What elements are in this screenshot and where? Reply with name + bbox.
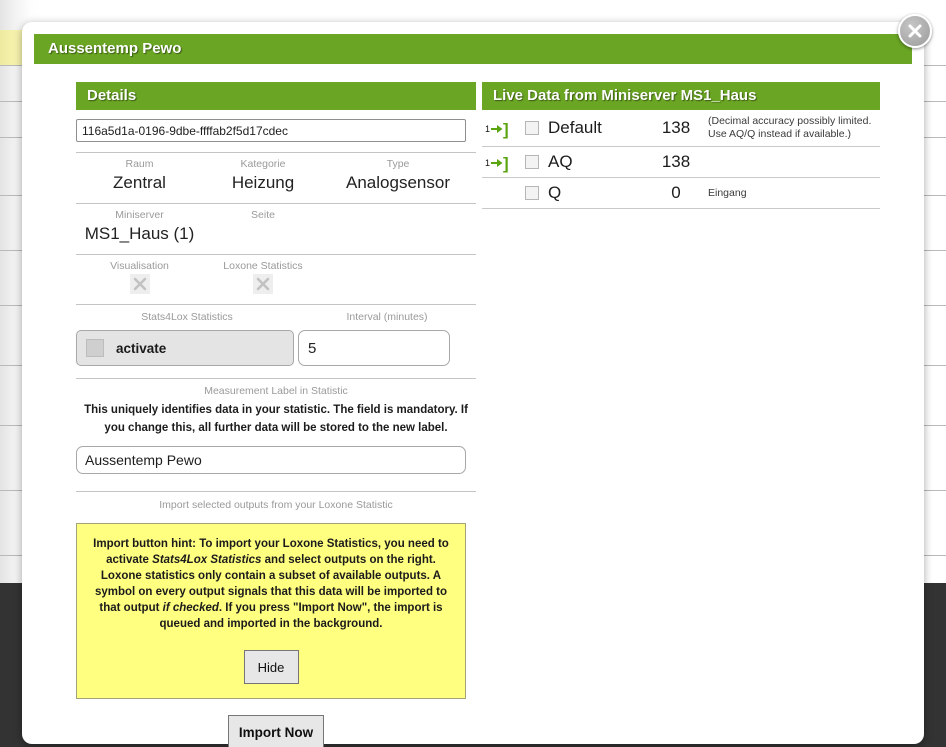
import-hint-em2: if checked <box>162 602 219 614</box>
field-raum-label: Raum <box>125 158 154 170</box>
live-data-header: Live Data from Miniserver MS1_Haus <box>482 82 880 110</box>
import-arrow-count: 1 <box>485 158 491 168</box>
dialog-title: Aussentemp Pewo <box>34 34 912 64</box>
field-miniserver: Miniserver MS1_Haus (1) <box>76 208 203 245</box>
field-visualisation-label: Visualisation <box>110 260 169 272</box>
output-note <box>708 147 880 178</box>
import-arrow-icon: 1 ] <box>485 119 509 139</box>
output-value: 138 <box>661 152 691 171</box>
measurement-label: Measurement Label in Statistic <box>204 385 348 397</box>
output-note: (Decimal accuracy possibly limited. Use … <box>708 115 872 140</box>
row-checkbox-cell[interactable] <box>516 178 548 209</box>
measurement-section: Measurement Label in Statistic This uniq… <box>76 378 476 474</box>
details-row-flags: Visualisation Loxone Statistics <box>76 254 476 294</box>
uuid-input[interactable] <box>76 119 466 142</box>
live-data-table: 1 ] Default 138 (Decimal accuracy possib… <box>482 110 880 209</box>
table-row[interactable]: Q 0 Eingang <box>482 178 880 209</box>
field-miniserver-value: MS1_Haus (1) <box>84 224 195 243</box>
x-mark-icon <box>129 274 150 294</box>
stats4lox-label: Stats4Lox Statistics <box>141 311 233 323</box>
hide-button[interactable]: Hide <box>243 650 299 684</box>
field-seite: Seite <box>203 208 323 245</box>
close-icon[interactable] <box>898 14 932 48</box>
field-type-label: Type <box>386 158 410 170</box>
screen: Aussentemp Pewo Details Raum Zentral Kat… <box>0 0 946 747</box>
output-value: 0 <box>671 183 681 202</box>
row-checkbox[interactable] <box>525 120 539 135</box>
field-loxone-statistics: Loxone Statistics <box>203 259 323 294</box>
live-data-panel: Live Data from Miniserver MS1_Haus 1 ] D… <box>482 82 880 209</box>
activate-toggle[interactable]: activate <box>76 330 294 366</box>
measurement-label-input[interactable] <box>76 446 466 474</box>
output-name: AQ <box>548 152 573 171</box>
details-row-server: Miniserver MS1_Haus (1) Seite <box>76 203 476 245</box>
row-checkbox-cell[interactable] <box>516 110 548 147</box>
field-type: Type Analogsensor <box>323 157 473 194</box>
field-type-value: Analogsensor <box>346 173 450 192</box>
interval-group: Interval (minutes) <box>298 310 476 366</box>
import-arrow-icon: 1 ] <box>485 153 509 173</box>
table-row[interactable]: 1 ] AQ 138 <box>482 147 880 178</box>
details-row-classification: Raum Zentral Kategorie Heizung Type Anal… <box>76 152 476 194</box>
field-visualisation: Visualisation <box>76 259 203 294</box>
field-miniserver-label: Miniserver <box>115 209 164 221</box>
measurement-help-text: This uniquely identifies data in your st… <box>84 404 468 434</box>
table-row[interactable]: 1 ] Default 138 (Decimal accuracy possib… <box>482 110 880 147</box>
field-kategorie: Kategorie Heizung <box>203 157 323 194</box>
output-value: 138 <box>661 118 691 137</box>
field-raum: Raum Zentral <box>76 157 203 194</box>
import-section-label: Import selected outputs from your Loxone… <box>159 499 393 511</box>
details-panel: Details Raum Zentral Kategorie Heizung T… <box>76 82 476 747</box>
output-name: Default <box>548 118 602 137</box>
field-loxone-statistics-label: Loxone Statistics <box>223 260 303 272</box>
detail-dialog: Aussentemp Pewo Details Raum Zentral Kat… <box>22 14 932 747</box>
import-hint-box: Import button hint: To import your Loxon… <box>76 523 466 699</box>
field-kategorie-value: Heizung <box>231 173 295 192</box>
interval-input[interactable] <box>298 330 450 366</box>
interval-label: Interval (minutes) <box>346 311 428 323</box>
activate-checkbox[interactable] <box>86 339 104 357</box>
activate-label: activate <box>116 340 167 356</box>
field-kategorie-label: Kategorie <box>240 158 286 170</box>
row-checkbox[interactable] <box>525 185 539 200</box>
row-checkbox-cell[interactable] <box>516 147 548 178</box>
import-section: Import selected outputs from your Loxone… <box>76 491 476 747</box>
row-icon-empty <box>482 178 516 209</box>
stats-settings-row: Stats4Lox Statistics activate Interval (… <box>76 304 476 366</box>
import-now-button[interactable]: Import Now <box>228 715 324 747</box>
output-name: Q <box>548 183 562 202</box>
field-raum-value: Zentral <box>113 173 166 192</box>
output-note: Eingang <box>708 186 747 199</box>
stats4lox-group: Stats4Lox Statistics activate <box>76 310 298 366</box>
field-seite-label: Seite <box>251 209 275 221</box>
details-header: Details <box>76 82 476 110</box>
import-arrow-count: 1 <box>485 124 491 134</box>
x-mark-icon <box>253 274 273 294</box>
import-hint-em1: Stats4Lox Statistics <box>152 554 262 566</box>
import-hint-title: Import button hint: <box>93 538 196 550</box>
row-checkbox[interactable] <box>525 154 539 169</box>
